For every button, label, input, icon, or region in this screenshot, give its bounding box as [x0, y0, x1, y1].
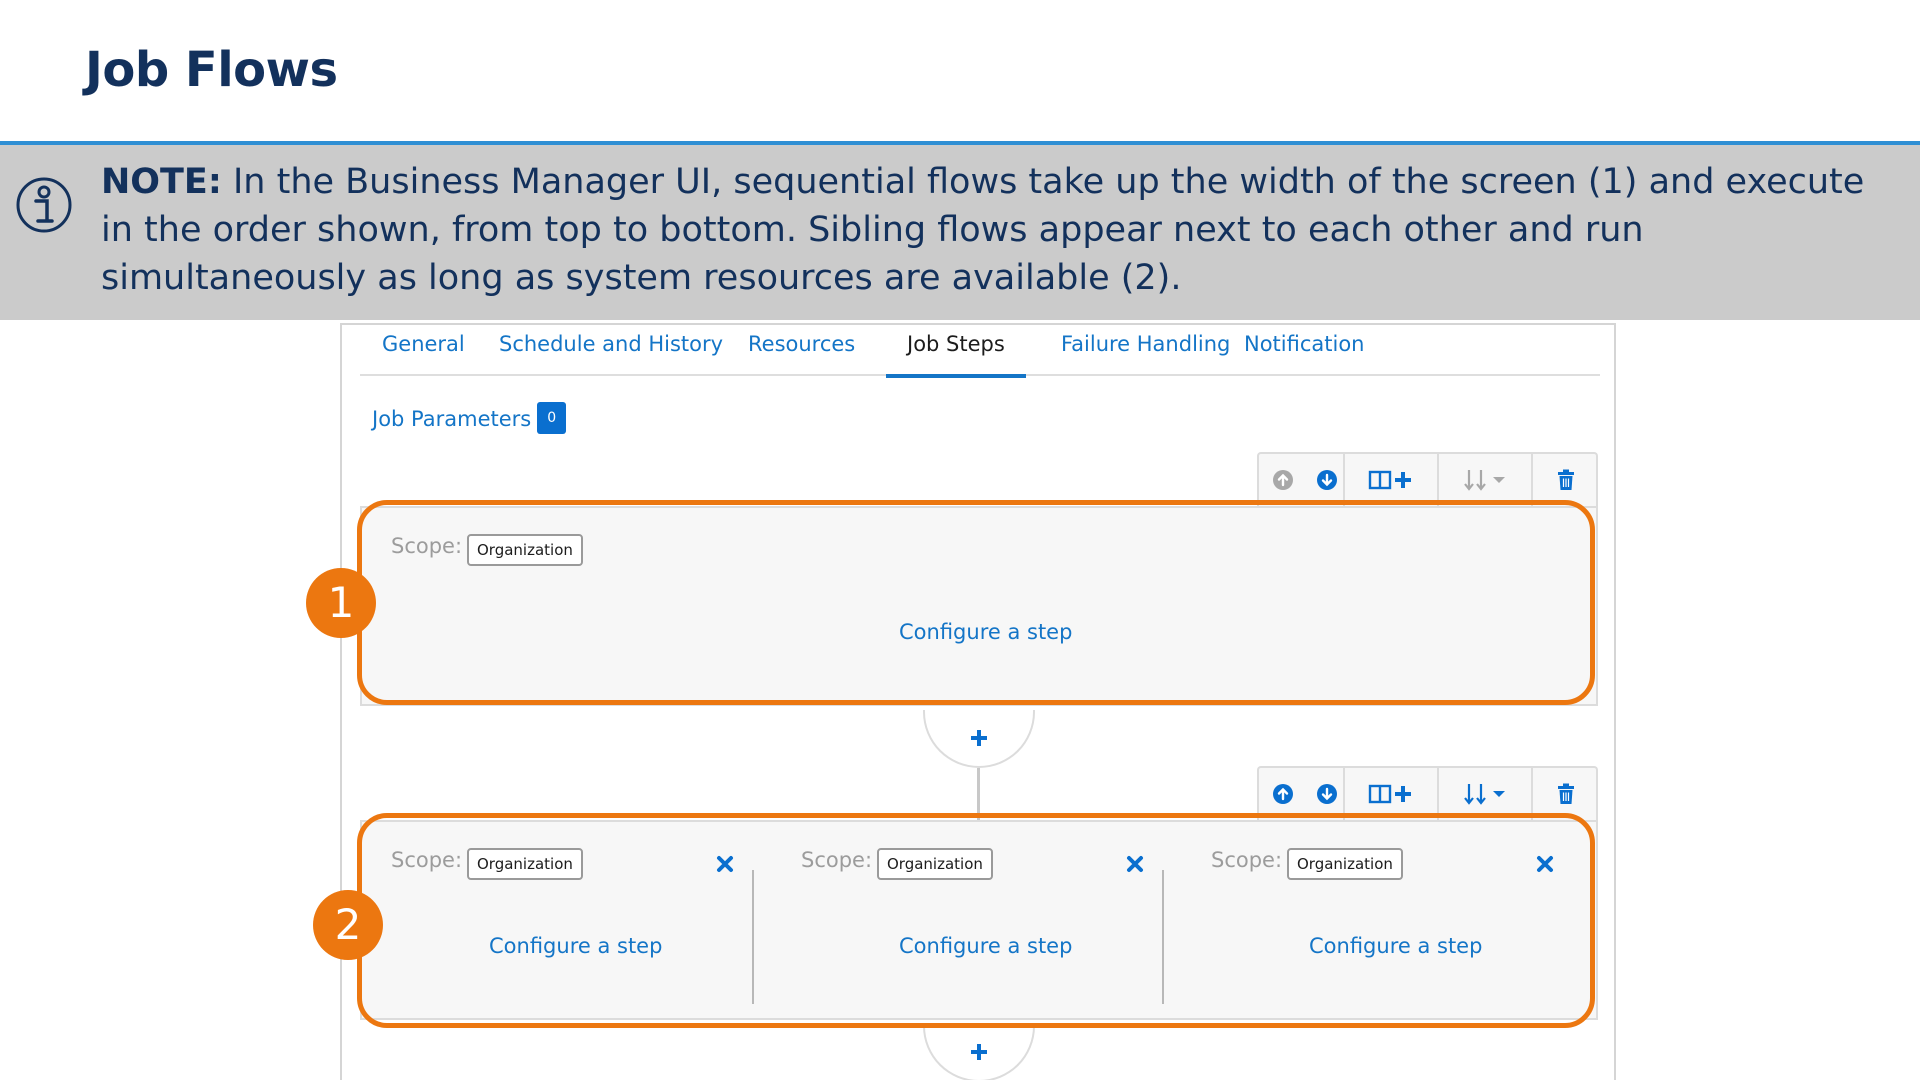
sequential-flow: Scope: Organization Configure a step: [360, 506, 1598, 706]
add-flow-button[interactable]: [923, 710, 1035, 768]
job-editor-panel: General Schedule and History Resources J…: [340, 323, 1616, 1080]
tab-resources[interactable]: Resources: [748, 325, 855, 376]
sort-dropdown-button[interactable]: [1441, 768, 1531, 820]
add-sibling-flow-button[interactable]: [1347, 768, 1437, 820]
job-parameters-count-badge: 0: [537, 402, 567, 434]
flow-toolbar: [1257, 452, 1598, 506]
delete-flow-button[interactable]: [1535, 454, 1597, 506]
scope-select[interactable]: Organization: [877, 848, 993, 880]
move-down-button[interactable]: [1311, 454, 1343, 506]
job-parameters-label: Job Parameters: [372, 407, 532, 431]
note-text: NOTE: In the Business Manager UI, sequen…: [101, 158, 1901, 302]
trash-icon: [1558, 469, 1574, 490]
configure-step-link[interactable]: Configure a step: [489, 934, 662, 958]
arrow-down-circle-icon: [1317, 784, 1337, 804]
column-divider: [1162, 870, 1164, 1004]
tab-failure-handling[interactable]: Failure Handling: [1061, 325, 1230, 376]
tab-bar: General Schedule and History Resources J…: [360, 325, 1600, 378]
tab-job-steps[interactable]: Job Steps: [886, 325, 1026, 378]
note-label: NOTE:: [101, 162, 222, 202]
scope-select[interactable]: Organization: [467, 848, 583, 880]
arrow-up-circle-icon: [1273, 784, 1293, 804]
add-sibling-flow-button[interactable]: [1347, 454, 1437, 506]
close-icon[interactable]: [1536, 855, 1554, 873]
page-title: Job Flows: [85, 42, 338, 98]
configure-step-link[interactable]: Configure a step: [899, 620, 1072, 644]
column-divider: [752, 870, 754, 1004]
scope-label: Scope:: [391, 848, 463, 872]
configure-step-link[interactable]: Configure a step: [1309, 934, 1482, 958]
info-circle-icon: [16, 177, 72, 233]
arrow-up-circle-icon: [1273, 470, 1293, 490]
sort-dropdown-button[interactable]: [1441, 454, 1531, 506]
trash-icon: [1558, 783, 1574, 804]
scope-select[interactable]: Organization: [467, 534, 583, 566]
tab-general[interactable]: General: [382, 325, 465, 376]
sibling-flow-group: Scope: Organization Configure a step Sco…: [360, 820, 1598, 1020]
note-body: In the Business Manager UI, sequential f…: [101, 162, 1865, 298]
close-icon[interactable]: [1126, 855, 1144, 873]
scope-label: Scope:: [1211, 848, 1283, 872]
plus-icon: [971, 730, 987, 746]
configure-step-link[interactable]: Configure a step: [899, 934, 1072, 958]
callout-1: 1: [306, 568, 376, 638]
callout-2: 2: [313, 890, 383, 960]
move-down-button[interactable]: [1311, 768, 1343, 820]
sort-dropdown-icon: [1464, 470, 1505, 491]
add-column-icon: [1368, 470, 1411, 490]
move-up-button[interactable]: [1267, 768, 1299, 820]
add-column-icon: [1368, 784, 1411, 804]
plus-icon: [971, 1044, 987, 1060]
delete-flow-button[interactable]: [1535, 768, 1597, 820]
move-up-button[interactable]: [1267, 454, 1299, 506]
scope-select[interactable]: Organization: [1287, 848, 1403, 880]
flow-toolbar: [1257, 766, 1598, 820]
tab-notification[interactable]: Notification: [1244, 325, 1365, 376]
close-icon[interactable]: [716, 855, 734, 873]
scope-label: Scope:: [391, 534, 463, 558]
sort-dropdown-icon: [1464, 784, 1505, 805]
add-flow-button[interactable]: [923, 1024, 1035, 1080]
tab-schedule-and-history[interactable]: Schedule and History: [499, 325, 723, 376]
arrow-down-circle-icon: [1317, 470, 1337, 490]
scope-label: Scope:: [801, 848, 873, 872]
job-parameters-link[interactable]: Job Parameters 0: [372, 402, 567, 436]
